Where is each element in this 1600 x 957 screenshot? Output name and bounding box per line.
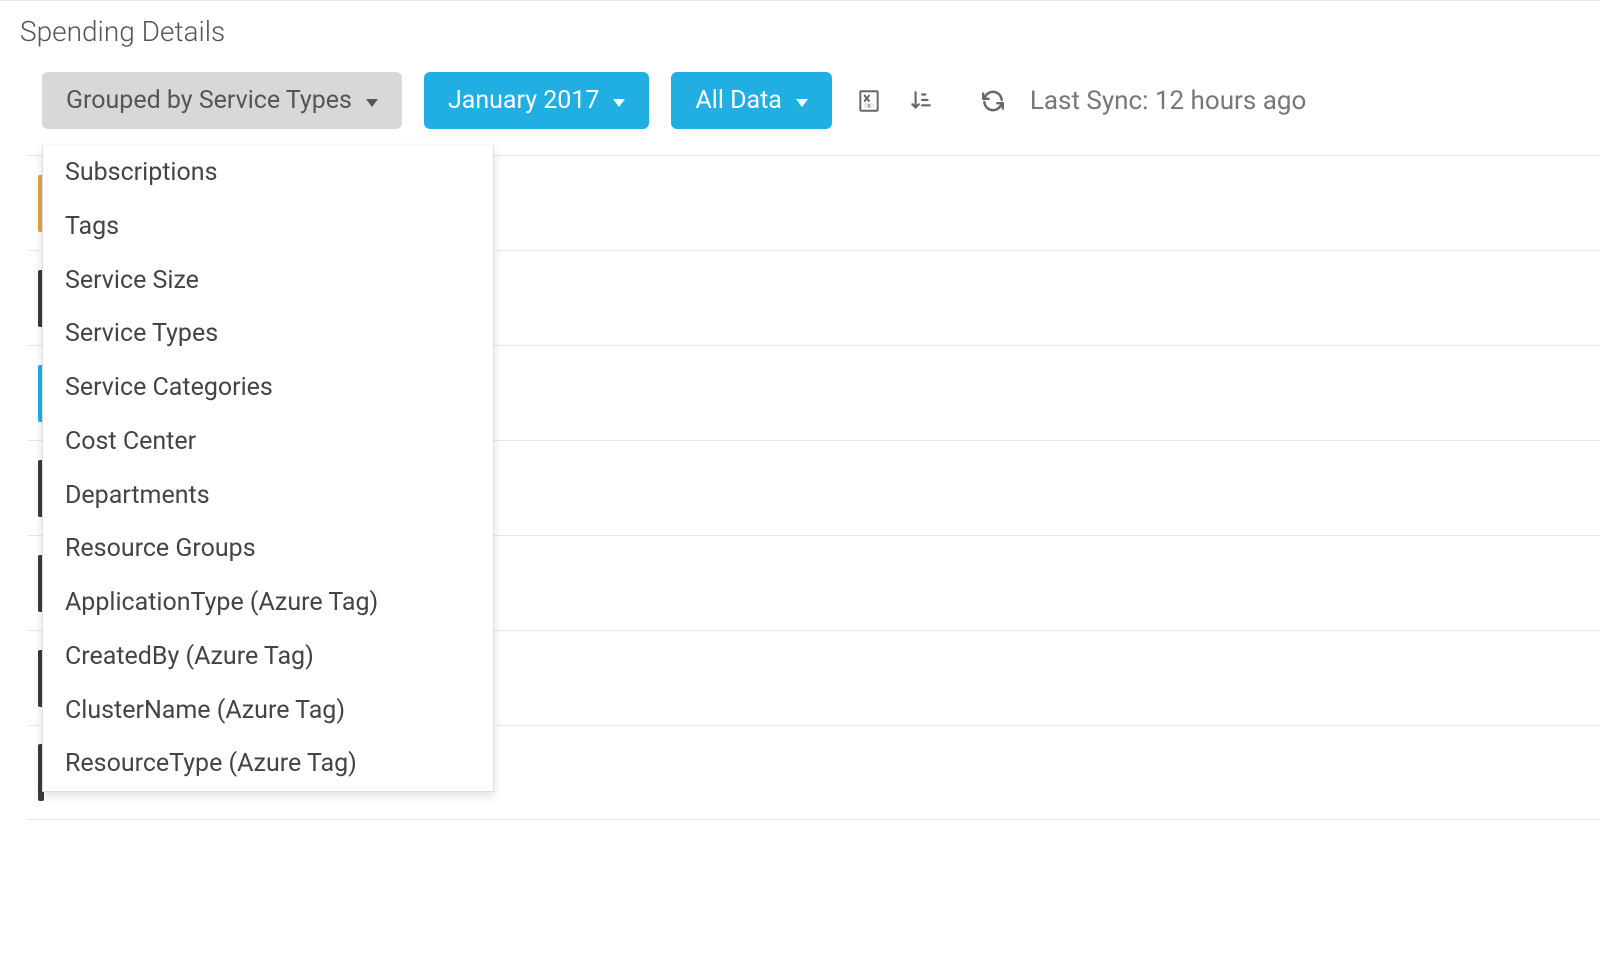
refresh-icon[interactable] bbox=[978, 86, 1008, 116]
group-by-option[interactable]: Service Categories bbox=[43, 361, 493, 415]
group-by-option[interactable]: Cost Center bbox=[43, 415, 493, 469]
group-by-option[interactable]: CreatedBy (Azure Tag) bbox=[43, 630, 493, 684]
group-by-option[interactable]: Departments bbox=[43, 469, 493, 523]
group-by-label: Grouped by Service Types bbox=[66, 86, 352, 115]
group-by-option[interactable]: Subscriptions bbox=[43, 146, 493, 200]
chevron-down-icon bbox=[366, 99, 378, 107]
period-label: January 2017 bbox=[448, 86, 600, 115]
group-by-option[interactable]: ClusterName (Azure Tag) bbox=[43, 684, 493, 738]
data-filter-dropdown[interactable]: All Data bbox=[671, 72, 831, 129]
group-by-option[interactable]: Service Size bbox=[43, 254, 493, 308]
data-filter-label: All Data bbox=[695, 86, 781, 115]
group-by-dropdown[interactable]: Grouped by Service Types bbox=[42, 72, 402, 129]
period-dropdown[interactable]: January 2017 bbox=[424, 72, 650, 129]
group-by-menu: SubscriptionsTagsService SizeService Typ… bbox=[42, 146, 494, 792]
last-sync-text: Last Sync: 12 hours ago bbox=[1030, 86, 1306, 116]
group-by-option[interactable]: Tags bbox=[43, 200, 493, 254]
group-by-option[interactable]: ResourceType (Azure Tag) bbox=[43, 737, 493, 791]
sort-icon[interactable] bbox=[906, 86, 936, 116]
group-by-option[interactable]: Service Types bbox=[43, 307, 493, 361]
toolbar: Grouped by Service Types January 2017 Al… bbox=[0, 72, 1600, 155]
page-title: Spending Details bbox=[0, 0, 1600, 72]
chevron-down-icon bbox=[796, 99, 808, 107]
group-by-option[interactable]: Resource Groups bbox=[43, 522, 493, 576]
group-by-option[interactable]: ApplicationType (Azure Tag) bbox=[43, 576, 493, 630]
export-xls-icon[interactable]: x bbox=[854, 86, 884, 116]
chevron-down-icon bbox=[613, 99, 625, 107]
